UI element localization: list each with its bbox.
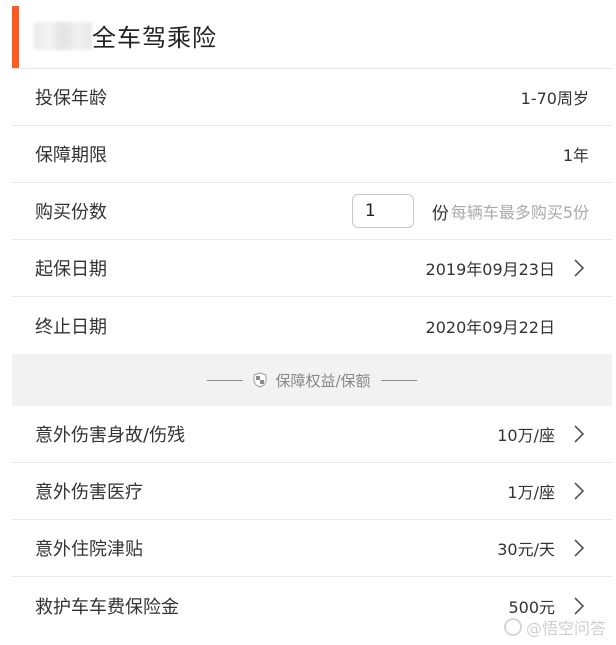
quantity-unit: 份 — [431, 203, 449, 224]
chevron-right-icon[interactable] — [569, 258, 589, 278]
row-insured-age: 投保年龄 1-70周岁 — [12, 69, 612, 126]
benefit-value: 1万/座 — [507, 483, 555, 502]
watermark: @悟空问答 — [503, 615, 606, 639]
row-value: 2019年09月23日 — [425, 260, 555, 279]
row-label: 购买份数 — [35, 202, 107, 223]
row-value: 2020年09月22日 — [425, 317, 555, 337]
benefit-label: 意外伤害医疗 — [35, 482, 143, 503]
row-label: 保障期限 — [35, 145, 107, 166]
benefit-value: 500元 — [508, 597, 555, 617]
accent-bar — [12, 6, 19, 68]
chevron-right-icon[interactable] — [569, 538, 589, 558]
insurance-detail-card: 全车驾乘险 投保年龄 1-70周岁 保障期限 1年 购买份数 份 每辆车最多购买… — [12, 0, 612, 645]
header: 全车驾乘险 — [12, 0, 612, 69]
benefit-value: 30元/天 — [497, 540, 555, 559]
watermark-logo-icon — [503, 618, 522, 636]
row-start-date[interactable]: 起保日期 2019年09月23日 — [12, 240, 612, 297]
row-label: 起保日期 — [35, 259, 107, 280]
section-title: 保障权益/保额 — [275, 371, 371, 390]
chevron-right-icon[interactable] — [569, 424, 589, 444]
shield-icon — [253, 372, 267, 388]
blurred-logo — [34, 22, 92, 50]
page-title: 全车驾乘险 — [92, 24, 217, 52]
row-value: 1年 — [562, 146, 589, 165]
divider-line — [207, 379, 244, 381]
row-value: 1-70周岁 — [520, 89, 589, 108]
quantity-hint: 每辆车最多购买5份 — [450, 203, 589, 222]
row-purchase-quantity: 购买份数 份 每辆车最多购买5份 — [12, 183, 612, 240]
benefit-row[interactable]: 意外伤害身故/伤残 10万/座 — [12, 406, 612, 463]
benefit-value: 10万/座 — [497, 426, 555, 445]
row-coverage-period: 保障期限 1年 — [12, 126, 612, 183]
quantity-input[interactable] — [351, 194, 414, 228]
benefit-label: 意外伤害身故/伤残 — [35, 425, 186, 446]
row-label: 投保年龄 — [35, 88, 107, 109]
benefit-row[interactable]: 意外住院津贴 30元/天 — [12, 520, 612, 577]
chevron-right-icon[interactable] — [569, 481, 589, 501]
row-label: 终止日期 — [35, 316, 107, 338]
watermark-text: @悟空问答 — [525, 619, 606, 638]
benefit-label: 救护车车费保险金 — [35, 596, 179, 618]
benefit-row[interactable]: 意外伤害医疗 1万/座 — [12, 463, 612, 520]
row-end-date: 终止日期 2020年09月22日 — [12, 297, 612, 354]
section-divider: 保障权益/保额 — [12, 354, 612, 406]
divider-line — [380, 379, 417, 381]
benefit-label: 意外住院津贴 — [35, 539, 143, 560]
chevron-right-icon[interactable] — [569, 596, 589, 616]
